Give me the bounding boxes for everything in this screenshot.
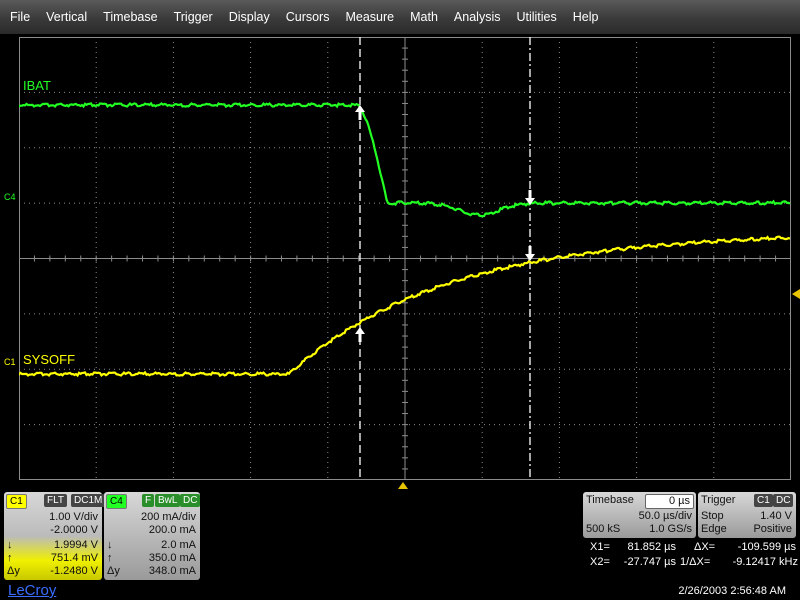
menu-help[interactable]: Help [563,0,605,34]
ch4-flag-coupling: DC [180,494,201,507]
timebase-per-div: 50.0 µs/div [638,510,692,522]
ch4-row3-sym: Δy [107,565,120,577]
timebase-rate: 1.0 GS/s [649,523,692,535]
brand-logo[interactable]: LeCroy [8,582,56,599]
cursor-inv-value: -9.12417 kHz [732,556,798,568]
sysoff-trace-label: SYSOFF [23,352,75,367]
trigger-slope: Positive [753,523,792,535]
cursor-x1-value: 81.852 µs [627,541,676,553]
ch4-row2-val: 350.0 mA [148,552,196,564]
ch1-row3-val: -1.2480 V [50,565,98,577]
ch4-row2-sym: ↑ [107,552,113,564]
menu-measure[interactable]: Measure [335,0,400,34]
scope-grid[interactable]: IBAT SYSOFF [19,37,791,480]
horizontal-position-arrow-icon [398,482,408,489]
ch1-row1-sym: ↓ [7,539,13,551]
ch1-ground-marker: C1 [4,357,16,367]
trigger-level: 1.40 V [760,510,792,522]
ch4-flag-filter: F [142,494,155,507]
menu-display[interactable]: Display [219,0,276,34]
cursor-x1-label: X1= [590,541,610,553]
trigger-channel-tag: C1 [754,494,773,507]
menu-vertical[interactable]: Vertical [36,0,93,34]
ch1-flag-flt: FLT [44,494,68,507]
trigger-level-arrow-icon [792,289,800,299]
menu-bar: File Vertical Timebase Trigger Display Cursor… [0,0,800,34]
trigger-box[interactable]: Trigger C1 DC Stop 1.40 V Edge Positive [698,492,796,538]
ch4-offset: 200.0 mA [148,524,196,536]
cursor-inv-label: 1/ΔX= [680,556,711,568]
timebase-title: Timebase [586,494,634,506]
ch4-ground-marker: C4 [4,192,16,202]
ch1-offset: -2.0000 V [50,524,98,536]
ch1-row2-val: 751.4 mV [50,552,98,564]
ch4-row3-val: 348.0 mA [148,565,196,577]
trigger-coupling-tag: DC [773,494,794,507]
menu-trigger[interactable]: Trigger [164,0,219,34]
ch4-descriptor-box[interactable]: C4 F BwL DC 200 mA/div 200.0 mA ↓ 2.0 mA … [104,492,201,580]
cursor-x2-label: X2= [590,556,610,568]
ch4-row1-val: 2.0 mA [161,539,196,551]
trigger-title: Trigger [701,494,736,506]
cursor1-ch1-arrow-icon [355,327,365,342]
cursor-dx-label: ΔX= [694,541,716,553]
ch1-tag: C1 [6,494,27,509]
ibat-trace-label: IBAT [23,78,51,93]
ch4-vdiv: 200 mA/div [140,511,196,523]
trigger-type: Edge [701,523,727,535]
date-time: 2/26/2003 2:56:48 AM [678,585,786,597]
menu-cursors[interactable]: Cursors [276,0,336,34]
cursor-x2-value: -27.747 µs [623,556,676,568]
ch1-flag-coupling: DC1M [71,494,106,507]
ch1-vdiv: 1.00 V/div [49,511,98,523]
ch4-row1-sym: ↓ [107,539,113,551]
trigger-mode: Stop [701,510,724,522]
ch1-row1-val: 1.9994 V [53,539,98,551]
menu-timebase[interactable]: Timebase [93,0,163,34]
timebase-samples: 500 kS [586,523,621,535]
timebase-delay-field[interactable]: 0 µs [645,494,694,509]
menu-file[interactable]: File [0,0,36,34]
ch1-descriptor-box[interactable]: C1 FLT DC1M 1.00 V/div -2.0000 V ↓ 1.9994… [4,492,106,580]
ch4-flag-bwl: BwL [155,494,181,507]
menu-math[interactable]: Math [400,0,444,34]
ch1-row2-sym: ↑ [7,552,13,564]
ch4-tag: C4 [106,494,127,509]
menu-analysis[interactable]: Analysis [444,0,507,34]
menu-utilities[interactable]: Utilities [506,0,562,34]
cursor-dx-value: -109.599 µs [737,541,796,553]
timebase-box[interactable]: Timebase 0 µs 50.0 µs/div 500 kS 1.0 GS/s [583,492,696,538]
ch1-row3-sym: Δy [7,565,20,577]
